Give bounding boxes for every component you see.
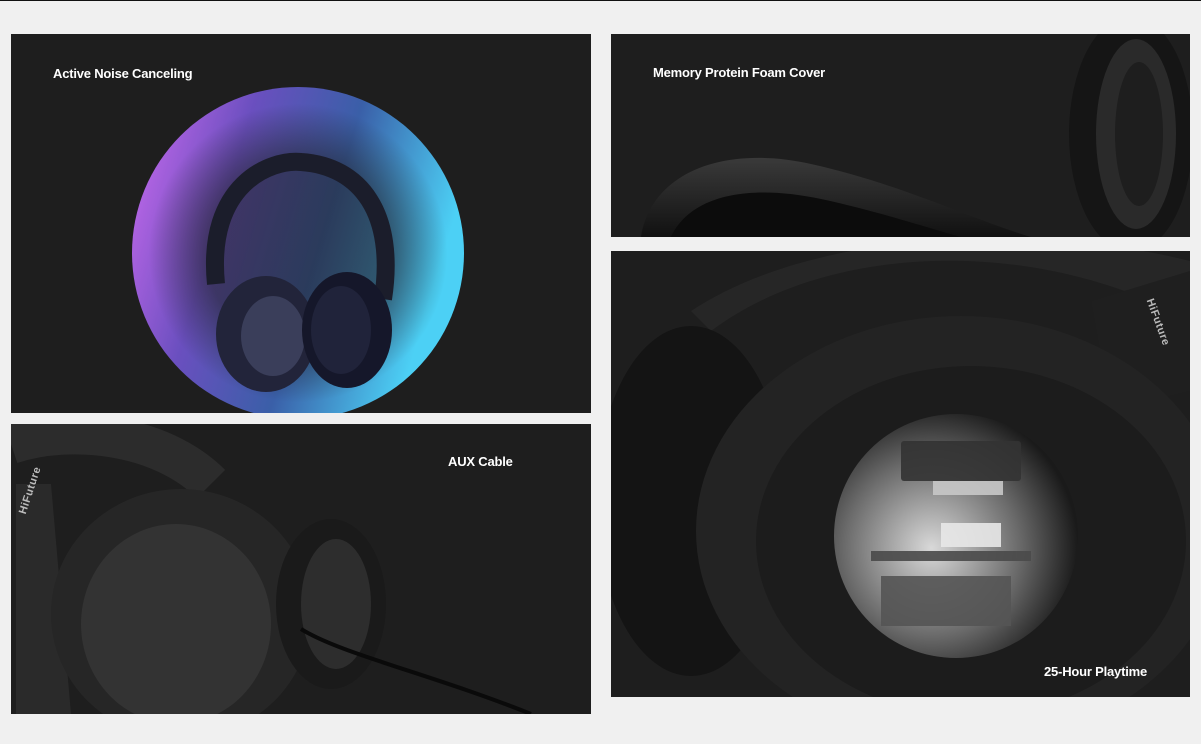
top-divider	[0, 0, 1201, 1]
feature-caption: Active Noise Canceling	[53, 66, 193, 81]
headphones-in-bubble-image	[132, 87, 464, 413]
feature-caption: Memory Protein Foam Cover	[653, 65, 825, 80]
feature-card-playtime: HiFuture 25-Hour Playtime	[611, 251, 1190, 697]
feature-caption: 25-Hour Playtime	[1044, 664, 1148, 679]
headphones-cutaway-circuit-image	[611, 251, 1190, 697]
feature-card-foam-cover: Memory Protein Foam Cover	[611, 34, 1190, 237]
feature-card-aux-cable: HiFuture AUX Cable	[11, 424, 591, 714]
feature-card-noise-canceling: Active Noise Canceling	[11, 34, 591, 413]
feature-caption: AUX Cable	[448, 454, 513, 469]
